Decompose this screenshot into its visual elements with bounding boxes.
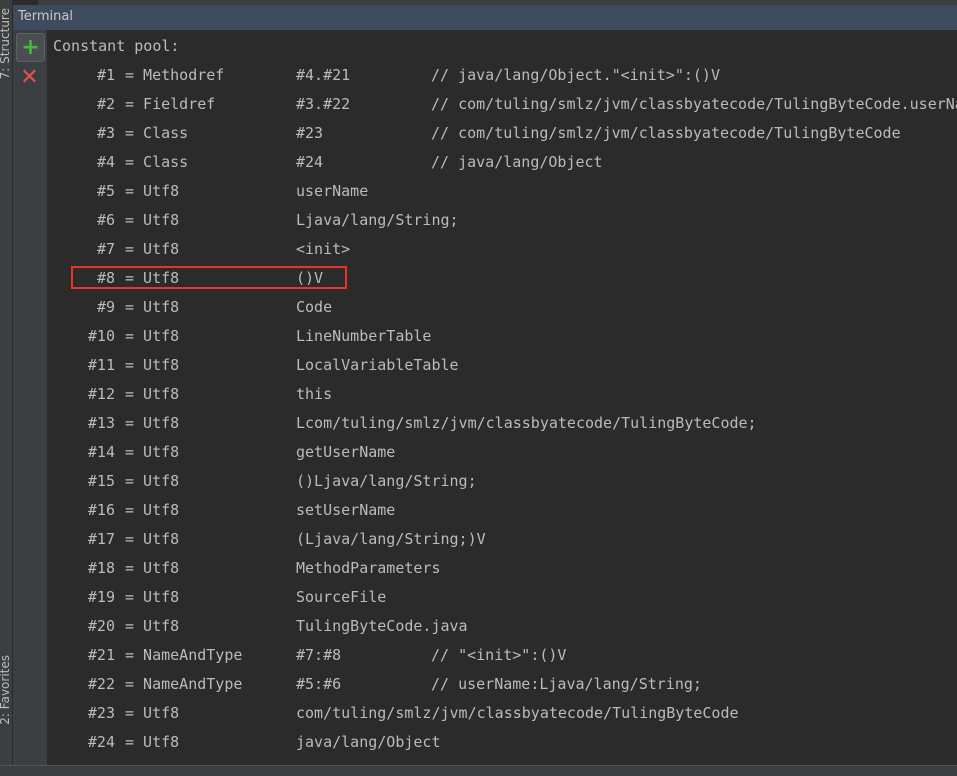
row-value: #3.#22 xyxy=(296,95,351,113)
row-index: #23 xyxy=(87,704,115,722)
row-comment: // java/lang/Object xyxy=(431,153,603,171)
row-value: (Ljava/lang/String;)V xyxy=(296,530,486,548)
row-comment: // userName:Ljava/lang/String; xyxy=(431,675,702,693)
row-value: java/lang/Object xyxy=(296,733,441,751)
row-value: SourceFile xyxy=(296,588,387,606)
row-index: #14 xyxy=(87,443,115,461)
row-index: #21 xyxy=(87,646,115,664)
new-session-button[interactable]: + xyxy=(16,33,45,62)
terminal-toolbar: + ✕ xyxy=(13,30,47,765)
row-type: = NameAndType xyxy=(125,646,243,664)
row-comment: // java/lang/Object."<init>":()V xyxy=(431,66,720,84)
favorites-tab[interactable]: 2: Favorites xyxy=(0,655,12,725)
status-bar xyxy=(0,765,957,776)
row-index: #18 xyxy=(87,559,115,577)
row-value: #24 xyxy=(296,153,324,171)
row-index: #10 xyxy=(87,327,115,345)
row-value: Lcom/tuling/smlz/jvm/classbyatecode/Tuli… xyxy=(296,414,757,432)
left-tool-window-bar: 7: Structure 2: Favorites xyxy=(0,0,13,765)
row-type: = Utf8 xyxy=(125,443,180,461)
row-type: = Utf8 xyxy=(125,530,180,548)
row-index: #24 xyxy=(87,733,115,751)
close-session-button[interactable]: ✕ xyxy=(16,64,43,91)
panel-title: Terminal xyxy=(18,9,73,24)
row-type: = Utf8 xyxy=(125,240,180,258)
row-type: = Utf8 xyxy=(125,501,180,519)
row-value: Code xyxy=(296,298,333,316)
row-index: #11 xyxy=(87,356,115,374)
row-value: LocalVariableTable xyxy=(296,356,459,374)
row-index: #1 xyxy=(96,66,115,84)
row-value: #5:#6 xyxy=(296,675,342,693)
row-type: = Utf8 xyxy=(125,327,180,345)
row-comment: // com/tuling/smlz/jvm/classbyatecode/Tu… xyxy=(431,124,901,142)
row-value: getUserName xyxy=(296,443,396,461)
plus-icon: + xyxy=(21,35,40,60)
row-type: = Utf8 xyxy=(125,182,180,200)
row-type: = Utf8 xyxy=(125,588,180,606)
row-type: = Utf8 xyxy=(125,617,180,635)
row-value: setUserName xyxy=(296,501,396,519)
terminal-output[interactable]: Constant pool: #1 = Methodref #4.#21 // jav… xyxy=(47,30,957,765)
row-type: = Utf8 xyxy=(125,414,180,432)
highlight-box xyxy=(71,266,347,289)
row-index: #5 xyxy=(96,182,115,200)
row-type: = Utf8 xyxy=(125,472,180,490)
row-index: #17 xyxy=(87,530,115,548)
row-value: com/tuling/smlz/jvm/classbyatecode/Tulin… xyxy=(296,704,739,722)
row-value: userName xyxy=(296,182,369,200)
row-index: #16 xyxy=(87,501,115,519)
row-comment: // com/tuling/smlz/jvm/classbyatecode/Tu… xyxy=(431,95,957,113)
close-icon: ✕ xyxy=(20,65,39,90)
row-value: #4.#21 xyxy=(296,66,351,84)
row-value: Ljava/lang/String; xyxy=(296,211,459,229)
row-type: = Fieldref xyxy=(125,95,216,113)
row-index: #3 xyxy=(96,124,115,142)
row-index: #12 xyxy=(87,385,115,403)
row-type: = Utf8 xyxy=(125,385,180,403)
row-index: #20 xyxy=(87,617,115,635)
row-value: LineNumberTable xyxy=(296,327,432,345)
row-type: = Utf8 xyxy=(125,733,180,751)
row-type: = Utf8 xyxy=(125,704,180,722)
row-index: #22 xyxy=(87,675,115,693)
row-index: #6 xyxy=(96,211,115,229)
row-value: MethodParameters xyxy=(296,559,441,577)
row-index: #19 xyxy=(87,588,115,606)
terminal-header: Terminal xyxy=(13,5,957,30)
row-type: = Utf8 xyxy=(125,298,180,316)
row-value: #7:#8 xyxy=(296,646,342,664)
row-type: = Class xyxy=(125,124,189,142)
row-index: #9 xyxy=(96,298,115,316)
row-index: #15 xyxy=(87,472,115,490)
row-index: #2 xyxy=(96,95,115,113)
row-value: this xyxy=(296,385,333,403)
row-type: = Class xyxy=(125,153,189,171)
row-index: #4 xyxy=(96,153,115,171)
row-type: = NameAndType xyxy=(125,675,243,693)
row-type: = Utf8 xyxy=(125,211,180,229)
row-value: #23 xyxy=(296,124,324,142)
row-type: = Utf8 xyxy=(125,356,180,374)
row-value: ()Ljava/lang/String; xyxy=(296,472,477,490)
row-value: TulingByteCode.java xyxy=(296,617,468,635)
row-comment: // "<init>":()V xyxy=(431,646,567,664)
row-type: = Methodref xyxy=(125,66,225,84)
row-type: = Utf8 xyxy=(125,559,180,577)
row-index: #13 xyxy=(87,414,115,432)
row-value: <init> xyxy=(296,240,351,258)
row-index: #7 xyxy=(96,240,115,258)
heading: Constant pool: xyxy=(53,37,180,55)
structure-tab[interactable]: 7: Structure xyxy=(0,8,12,79)
